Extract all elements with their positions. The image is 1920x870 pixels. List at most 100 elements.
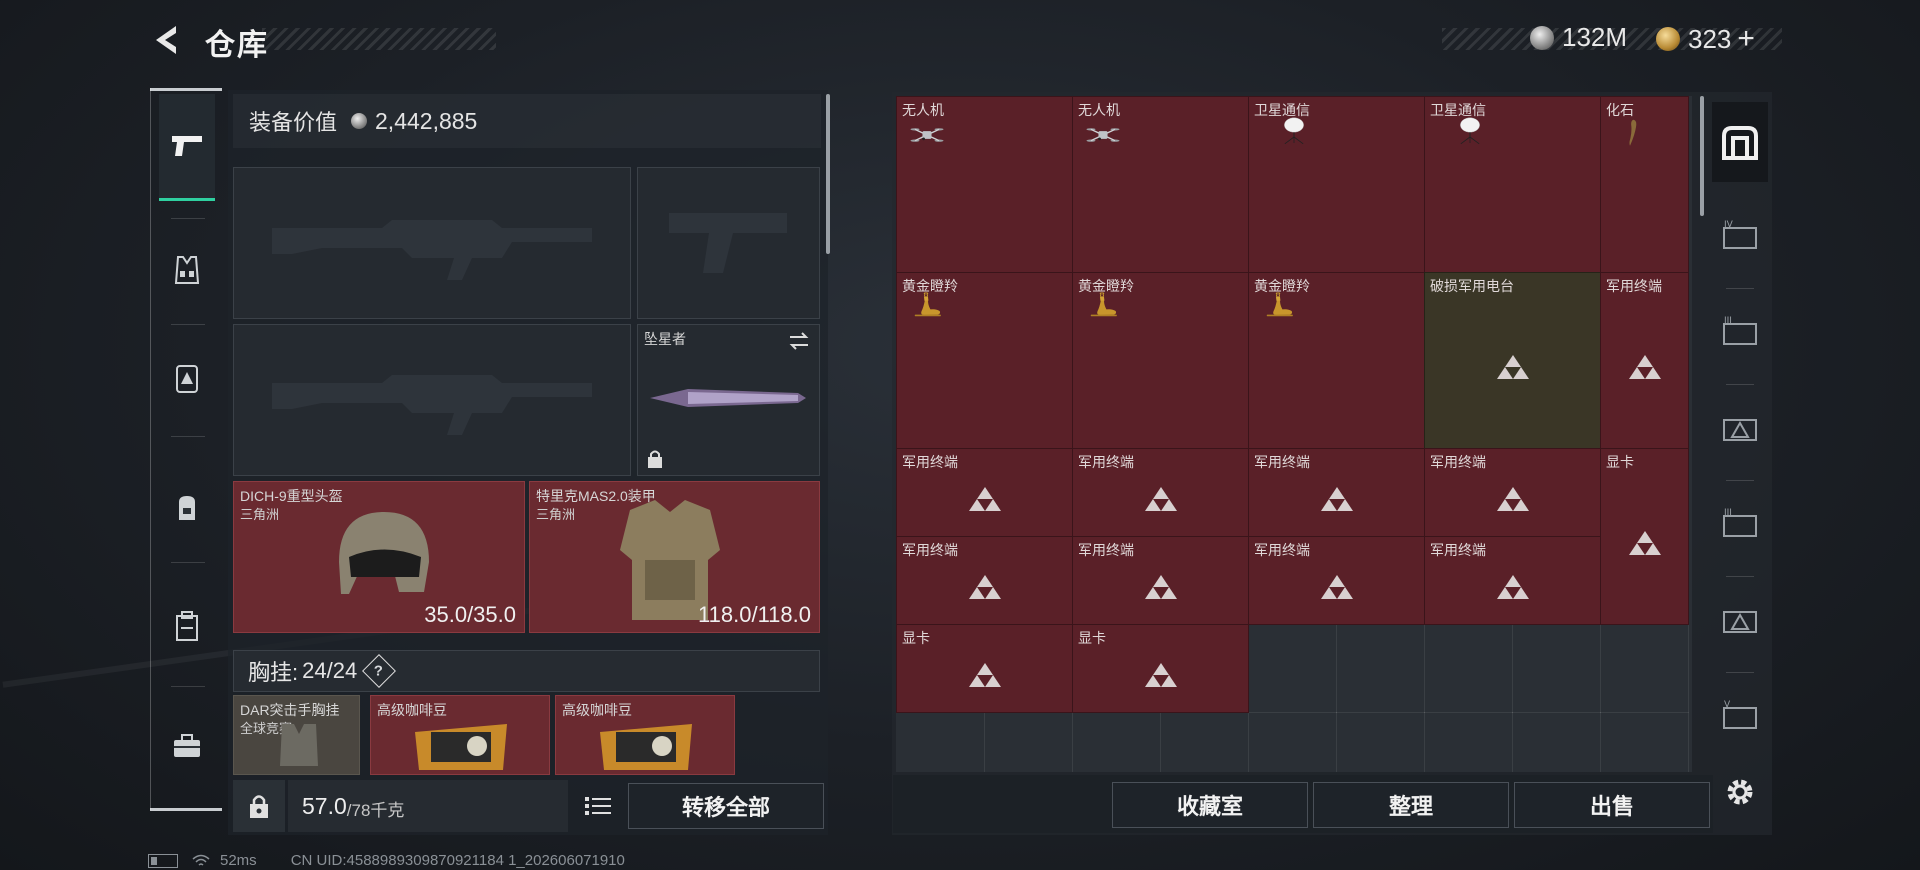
storage-item-label: 化石 bbox=[1606, 102, 1634, 118]
chest-item-coffee-2[interactable]: 高级咖啡豆 bbox=[555, 695, 735, 775]
help-icon: ? bbox=[374, 662, 384, 680]
swap-icon[interactable] bbox=[788, 331, 810, 351]
tab-tier-iv[interactable]: IV bbox=[1712, 202, 1768, 270]
gear-icon bbox=[1727, 779, 1753, 805]
golden-gazelle-icon bbox=[1090, 292, 1117, 317]
storage-item[interactable]: 军用终端 bbox=[1248, 536, 1425, 625]
helmet-icon bbox=[339, 512, 429, 594]
storage-item[interactable]: 无人机 bbox=[1072, 96, 1249, 273]
sort-button[interactable]: 整理 bbox=[1313, 782, 1509, 828]
pistol-slot[interactable] bbox=[637, 167, 820, 319]
nav-item-vest[interactable] bbox=[151, 220, 223, 320]
storage-item[interactable]: 军用终端 bbox=[1248, 448, 1425, 537]
storage-item[interactable]: 无人机 bbox=[896, 96, 1073, 273]
storage-item-label: 军用终端 bbox=[1254, 542, 1310, 558]
nav-item-armor[interactable] bbox=[151, 328, 223, 428]
storage-item-label: 无人机 bbox=[902, 102, 944, 118]
storage-scrollbar[interactable] bbox=[1700, 96, 1704, 216]
storage-item[interactable]: 军用终端 bbox=[1424, 536, 1601, 625]
title-decoration bbox=[262, 28, 496, 50]
storage-item[interactable]: 显卡 bbox=[1072, 624, 1249, 713]
storage-item[interactable]: 军用终端 bbox=[896, 448, 1073, 537]
melee-slot[interactable]: 坠星者 bbox=[637, 324, 820, 476]
storage-item-label: 显卡 bbox=[1078, 630, 1106, 646]
storage-item[interactable]: 军用终端 bbox=[1072, 448, 1249, 537]
loadout-scrollbar[interactable] bbox=[826, 94, 830, 254]
settings-button[interactable] bbox=[1718, 770, 1762, 814]
tab-stash[interactable] bbox=[1712, 102, 1768, 182]
chest-rig-label: 胸挂: bbox=[248, 660, 299, 685]
vest-icon bbox=[174, 256, 200, 284]
sell-button[interactable]: 出售 bbox=[1514, 782, 1710, 828]
svg-text:III: III bbox=[1724, 316, 1732, 326]
storage-item-label: 军用终端 bbox=[1430, 542, 1486, 558]
case-icon bbox=[176, 611, 198, 641]
placeholder-triangle-icon bbox=[1145, 663, 1177, 687]
silver-currency: 132M bbox=[1530, 22, 1627, 53]
satellite-dish-icon bbox=[1460, 117, 1480, 145]
equipment-value-bar: 装备价值 2,442,885 bbox=[233, 94, 821, 148]
storage-item[interactable]: 军用终端 bbox=[1600, 272, 1689, 449]
placeholder-triangle-icon bbox=[969, 487, 1001, 511]
tab-tier-iii-b[interactable]: III bbox=[1712, 490, 1768, 558]
storage-item-label: 军用终端 bbox=[1606, 278, 1662, 294]
storage-item[interactable]: 显卡 bbox=[1600, 448, 1689, 625]
storage-item-label: 军用终端 bbox=[1078, 542, 1134, 558]
placeholder-triangle-icon bbox=[1145, 575, 1177, 599]
chest-item-coffee-1[interactable]: 高级咖啡豆 bbox=[370, 695, 550, 775]
storage-item[interactable]: 军用终端 bbox=[896, 536, 1073, 625]
storage-item[interactable]: 卫星通信 bbox=[1248, 96, 1425, 273]
storage-item[interactable]: 显卡 bbox=[896, 624, 1073, 713]
tier-i-icon bbox=[1723, 611, 1757, 633]
tab-tier-ii[interactable] bbox=[1712, 394, 1768, 462]
svg-text:III: III bbox=[1724, 508, 1732, 518]
helmet-slot[interactable]: DICH-9重型头盔 三角洲 35.0/35.0 bbox=[233, 481, 525, 633]
list-view-button[interactable] bbox=[578, 786, 618, 826]
storage-item[interactable]: 黄金瞪羚 bbox=[1248, 272, 1425, 449]
placeholder-triangle-icon bbox=[1145, 487, 1177, 511]
backpack-icon bbox=[179, 496, 195, 520]
rifle-silhouette-icon bbox=[272, 220, 592, 280]
nav-item-weapons[interactable] bbox=[159, 94, 215, 201]
gold-amount: 323 bbox=[1688, 23, 1732, 54]
chest-rig-item[interactable]: DAR突击手胸挂 全球竞赛 bbox=[233, 695, 360, 775]
nav-item-container[interactable] bbox=[151, 576, 223, 676]
wifi-icon bbox=[192, 854, 210, 866]
storage-item[interactable]: 破损军用电台 bbox=[1424, 272, 1601, 449]
storage-item-label: 显卡 bbox=[1606, 454, 1634, 470]
primary-weapon-slot[interactable] bbox=[233, 167, 631, 319]
storage-item-label: 军用终端 bbox=[902, 542, 958, 558]
storage-item[interactable]: 化石 bbox=[1600, 96, 1689, 273]
storage-item[interactable]: 黄金瞪羚 bbox=[1072, 272, 1249, 449]
storage-item[interactable]: 卫星通信 bbox=[1424, 96, 1601, 273]
placeholder-triangle-icon bbox=[1497, 575, 1529, 599]
nav-item-toolbox[interactable] bbox=[151, 696, 223, 796]
back-button[interactable] bbox=[148, 20, 188, 60]
collection-room-button[interactable]: 收藏室 bbox=[1112, 782, 1308, 828]
fossil-claw-icon bbox=[1629, 119, 1637, 146]
ping: 52ms bbox=[220, 852, 257, 869]
drone-icon bbox=[910, 128, 944, 142]
storage-item[interactable]: 军用终端 bbox=[1424, 448, 1601, 537]
svg-text:IV: IV bbox=[1724, 220, 1734, 230]
lock-button[interactable] bbox=[233, 780, 285, 832]
storage-tabs: IV III III V bbox=[1712, 96, 1768, 776]
golden-gazelle-icon bbox=[914, 292, 941, 317]
add-currency-button[interactable]: + bbox=[1737, 22, 1755, 56]
tab-tier-i[interactable] bbox=[1712, 586, 1768, 654]
placeholder-triangle-icon bbox=[1321, 575, 1353, 599]
lock-icon bbox=[648, 450, 662, 468]
storage-item[interactable]: 黄金瞪羚 bbox=[896, 272, 1073, 449]
rifle-silhouette-icon bbox=[272, 375, 592, 435]
grid-cell bbox=[896, 712, 985, 772]
tab-tier-iii[interactable]: III bbox=[1712, 298, 1768, 366]
body-armor-slot[interactable]: 特里克MAS2.0装甲 三角洲 118.0/118.0 bbox=[529, 481, 820, 633]
tab-tier-v[interactable]: V bbox=[1712, 682, 1768, 750]
lock-icon bbox=[250, 795, 268, 818]
nav-item-backpack[interactable] bbox=[151, 458, 223, 558]
secondary-weapon-slot[interactable] bbox=[233, 324, 631, 476]
storage-item[interactable]: 军用终端 bbox=[1072, 536, 1249, 625]
placeholder-triangle-icon bbox=[1497, 487, 1529, 511]
chest-rig-help-button[interactable]: ? bbox=[362, 654, 397, 688]
transfer-all-button[interactable]: 转移全部 bbox=[628, 783, 824, 829]
